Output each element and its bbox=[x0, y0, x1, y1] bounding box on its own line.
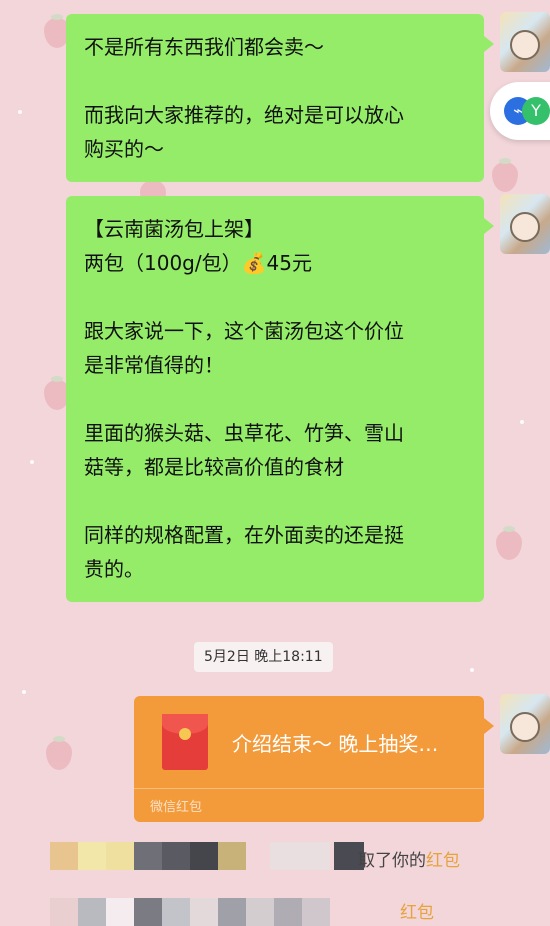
message-line: 贵的。 bbox=[84, 557, 144, 581]
divider bbox=[134, 788, 484, 789]
pixelated-name bbox=[50, 898, 450, 926]
red-packet-message[interactable]: 介绍结束～ 晚上抽奖… 微信红包 bbox=[134, 696, 494, 822]
message-line: 【云南菌汤包上架】 bbox=[84, 217, 264, 241]
message-line: 不是所有东西我们都会卖～ bbox=[84, 35, 324, 59]
decorative-dot bbox=[22, 690, 26, 694]
notice-highlight[interactable]: 红包 bbox=[400, 903, 434, 923]
app-logo-icon: Y bbox=[522, 97, 550, 125]
message-line: 购买的～ bbox=[84, 137, 164, 161]
message-bubble[interactable]: 【云南菌汤包上架】 两包（100g/包）💰45元 跟大家说一下，这个菌汤包这个价… bbox=[66, 196, 494, 602]
strawberry-decoration bbox=[496, 526, 522, 560]
red-envelope-icon bbox=[162, 714, 208, 770]
floating-action-button[interactable]: ⌁ Y bbox=[490, 82, 550, 140]
notice-highlight[interactable]: 红包 bbox=[426, 851, 460, 871]
strawberry-decoration bbox=[46, 736, 72, 770]
red-packet-title: 介绍结束～ 晚上抽奖… bbox=[232, 732, 439, 756]
notice-text: 取了你的 bbox=[358, 851, 426, 871]
message-line: 而我向大家推荐的，绝对是可以放心 bbox=[84, 103, 404, 127]
message-line: 跟大家说一下，这个菌汤包这个价位 bbox=[84, 319, 404, 343]
message-line: 是非常值得的！ bbox=[84, 353, 224, 377]
message-line: 两包（100g/包）💰45元 bbox=[84, 251, 312, 275]
strawberry-decoration bbox=[492, 158, 518, 192]
red-packet-footer: 微信红包 bbox=[150, 800, 203, 815]
red-packet-claimed-notice: 红包 bbox=[400, 898, 434, 923]
decorative-dot bbox=[470, 668, 474, 672]
decorative-dot bbox=[520, 420, 524, 424]
message-line: 同样的规格配置，在外面卖的还是挺 bbox=[84, 523, 404, 547]
timestamp: 5月2日 晚上18:11 bbox=[194, 642, 333, 672]
message-bubble[interactable]: 不是所有东西我们都会卖～ 而我向大家推荐的，绝对是可以放心 购买的～ bbox=[66, 14, 494, 182]
avatar[interactable] bbox=[500, 694, 550, 754]
decorative-dot bbox=[18, 110, 22, 114]
message-line: 菇等，都是比较高价值的食材 bbox=[84, 455, 344, 479]
avatar[interactable] bbox=[500, 12, 550, 72]
message-line: 里面的猴头菇、虫草花、竹笋、雪山 bbox=[84, 421, 404, 445]
decorative-dot bbox=[30, 460, 34, 464]
avatar[interactable] bbox=[500, 194, 550, 254]
red-packet-claimed-notice: 取了你的红包 bbox=[358, 846, 460, 871]
